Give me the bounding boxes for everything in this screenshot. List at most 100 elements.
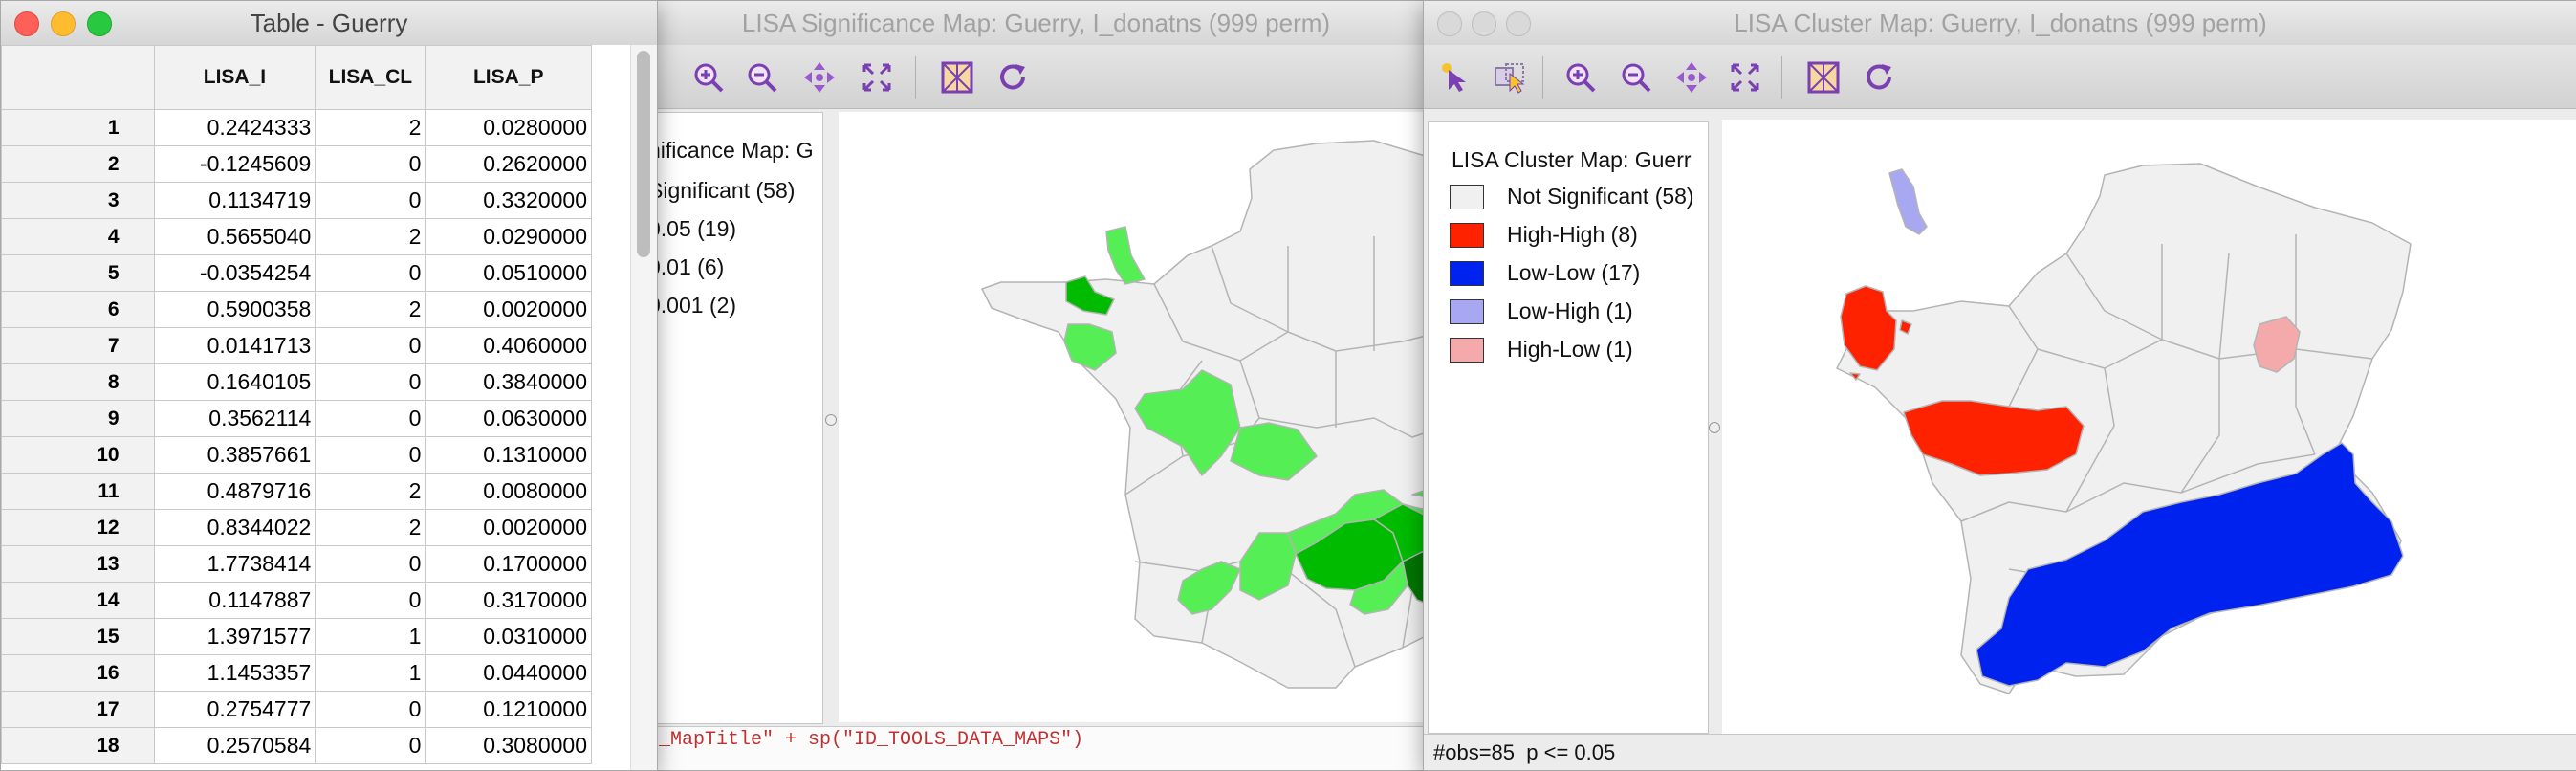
cell-lisa-cl[interactable]: 0 (315, 145, 426, 183)
legend-item[interactable]: Significant (58) (648, 178, 795, 204)
row-number[interactable]: 10 (1, 436, 155, 474)
cell-lisa-cl[interactable]: 0 (315, 727, 426, 764)
select-arrow-icon[interactable] (1437, 58, 1475, 97)
cell-lisa-p[interactable]: 0.3170000 (425, 582, 592, 619)
zoom-in-icon[interactable] (689, 58, 728, 97)
table-row[interactable]: 7 0.0141713 0 0.4060000 (1, 327, 592, 364)
cell-lisa-cl[interactable]: 2 (315, 218, 426, 255)
splitter-handle[interactable] (825, 414, 837, 426)
cell-lisa-cl[interactable]: 0 (315, 363, 426, 401)
cell-lisa-p[interactable]: 0.0440000 (425, 654, 592, 692)
row-number[interactable]: 11 (1, 473, 155, 510)
row-number[interactable]: 5 (1, 254, 155, 292)
refresh-icon[interactable] (1860, 58, 1898, 97)
fit-to-window-icon[interactable] (858, 58, 896, 97)
table-row[interactable]: 3 0.1134719 0 0.3320000 (1, 182, 592, 219)
cell-lisa-i[interactable]: 0.5900358 (153, 291, 317, 328)
table-row[interactable]: 12 0.8344022 2 0.0020000 (1, 509, 592, 546)
cell-lisa-i[interactable]: 0.2424333 (153, 109, 317, 146)
row-number[interactable]: 4 (1, 218, 155, 255)
fit-to-window-icon[interactable] (1726, 58, 1764, 97)
cell-lisa-p[interactable]: 0.0310000 (425, 618, 592, 655)
table-row[interactable]: 6 0.5900358 2 0.0020000 (1, 291, 592, 328)
cell-lisa-i[interactable]: 0.8344022 (153, 509, 317, 546)
splitter-handle[interactable] (1709, 422, 1720, 433)
cell-lisa-i[interactable]: -0.0354254 (153, 254, 317, 292)
significance-map-window[interactable]: LISA Significance Map: Guerry, I_donatns… (631, 0, 1441, 771)
table-row[interactable]: 4 0.5655040 2 0.0290000 (1, 218, 592, 255)
cell-lisa-i[interactable]: 0.1134719 (153, 182, 317, 219)
cell-lisa-cl[interactable]: 2 (315, 473, 426, 510)
significance-map-canvas[interactable] (839, 112, 1440, 722)
column-header-lisa-i[interactable]: LISA_I (153, 45, 317, 110)
cell-lisa-i[interactable]: 1.3971577 (153, 618, 317, 655)
cell-lisa-i[interactable]: 0.3562114 (153, 400, 317, 437)
selection-tool-icon[interactable] (1491, 58, 1529, 97)
legend-item-not-significant[interactable]: Not Significant (58) (1450, 184, 1694, 209)
row-number[interactable]: 14 (1, 582, 155, 619)
table-row[interactable]: 18 0.2570584 0 0.3080000 (1, 727, 592, 764)
map-layer-icon[interactable] (938, 58, 976, 97)
significance-titlebar[interactable]: LISA Significance Map: Guerry, I_donatns… (632, 1, 1440, 46)
cell-lisa-i[interactable]: 0.1640105 (153, 363, 317, 401)
cell-lisa-cl[interactable]: 0 (315, 436, 426, 474)
vertical-scrollbar[interactable] (630, 45, 657, 770)
legend-item[interactable]: 0.05 (19) (648, 216, 736, 242)
cell-lisa-cl[interactable]: 2 (315, 291, 426, 328)
cell-lisa-p[interactable]: 0.0020000 (425, 291, 592, 328)
map-layer-icon[interactable] (1804, 58, 1843, 97)
cell-lisa-p[interactable]: 0.1310000 (425, 436, 592, 474)
cell-lisa-cl[interactable]: 0 (315, 545, 426, 583)
cell-lisa-cl[interactable]: 0 (315, 691, 426, 728)
row-number[interactable]: 9 (1, 400, 155, 437)
row-number[interactable]: 8 (1, 363, 155, 401)
table-row[interactable]: 13 1.7738414 0 0.1700000 (1, 545, 592, 583)
cell-lisa-i[interactable]: 1.1453357 (153, 654, 317, 692)
cell-lisa-p[interactable]: 0.3320000 (425, 182, 592, 219)
row-number[interactable]: 3 (1, 182, 155, 219)
table-row[interactable]: 8 0.1640105 0 0.3840000 (1, 363, 592, 401)
cell-lisa-cl[interactable]: 0 (315, 400, 426, 437)
legend-item-low-low[interactable]: Low-Low (17) (1450, 260, 1640, 286)
cell-lisa-p[interactable]: 0.0510000 (425, 254, 592, 292)
cell-lisa-p[interactable]: 0.3080000 (425, 727, 592, 764)
cell-lisa-p[interactable]: 0.2620000 (425, 145, 592, 183)
zoom-in-icon[interactable] (1561, 58, 1600, 97)
cell-lisa-p[interactable]: 0.0290000 (425, 218, 592, 255)
row-number[interactable]: 2 (1, 145, 155, 183)
cell-lisa-cl[interactable]: 1 (315, 618, 426, 655)
cell-lisa-i[interactable]: 0.5655040 (153, 218, 317, 255)
cluster-titlebar[interactable]: LISA Cluster Map: Guerry, I_donatns (999… (1424, 1, 2576, 46)
table-row[interactable]: 11 0.4879716 2 0.0080000 (1, 473, 592, 510)
cell-lisa-i[interactable]: 0.3857661 (153, 436, 317, 474)
cluster-map-canvas[interactable] (1722, 120, 2576, 734)
legend-item[interactable]: 0.001 (2) (648, 293, 736, 319)
table-row[interactable]: 1 0.2424333 2 0.0280000 (1, 109, 592, 146)
row-number[interactable]: 13 (1, 545, 155, 583)
cell-lisa-p[interactable]: 0.0280000 (425, 109, 592, 146)
row-number[interactable]: 7 (1, 327, 155, 364)
cell-lisa-i[interactable]: 1.7738414 (153, 545, 317, 583)
table-row[interactable]: 16 1.1453357 1 0.0440000 (1, 654, 592, 692)
cell-lisa-i[interactable]: 0.0141713 (153, 327, 317, 364)
row-number[interactable]: 17 (1, 691, 155, 728)
cell-lisa-p[interactable]: 0.0020000 (425, 509, 592, 546)
table-row[interactable]: 2 -0.1245609 0 0.2620000 (1, 145, 592, 183)
table-titlebar[interactable]: Table - Guerry (1, 1, 657, 46)
cell-lisa-i[interactable]: 0.4879716 (153, 473, 317, 510)
cell-lisa-p[interactable]: 0.3840000 (425, 363, 592, 401)
cell-lisa-i[interactable]: 0.1147887 (153, 582, 317, 619)
cluster-map-window[interactable]: LISA Cluster Map: Guerry, I_donatns (999… (1423, 0, 2576, 771)
cell-lisa-cl[interactable]: 0 (315, 582, 426, 619)
column-header-lisa-p[interactable]: LISA_P (425, 45, 592, 110)
row-number[interactable]: 12 (1, 509, 155, 546)
zoom-out-icon[interactable] (743, 58, 781, 97)
cell-lisa-cl[interactable]: 1 (315, 654, 426, 692)
row-number[interactable]: 6 (1, 291, 155, 328)
cell-lisa-i[interactable]: 0.2570584 (153, 727, 317, 764)
cell-lisa-p[interactable]: 0.4060000 (425, 327, 592, 364)
legend-item[interactable]: 0.01 (6) (648, 254, 724, 280)
legend-item-low-high[interactable]: Low-High (1) (1450, 298, 1633, 324)
row-header-corner[interactable] (1, 45, 155, 110)
cell-lisa-i[interactable]: 0.2754777 (153, 691, 317, 728)
